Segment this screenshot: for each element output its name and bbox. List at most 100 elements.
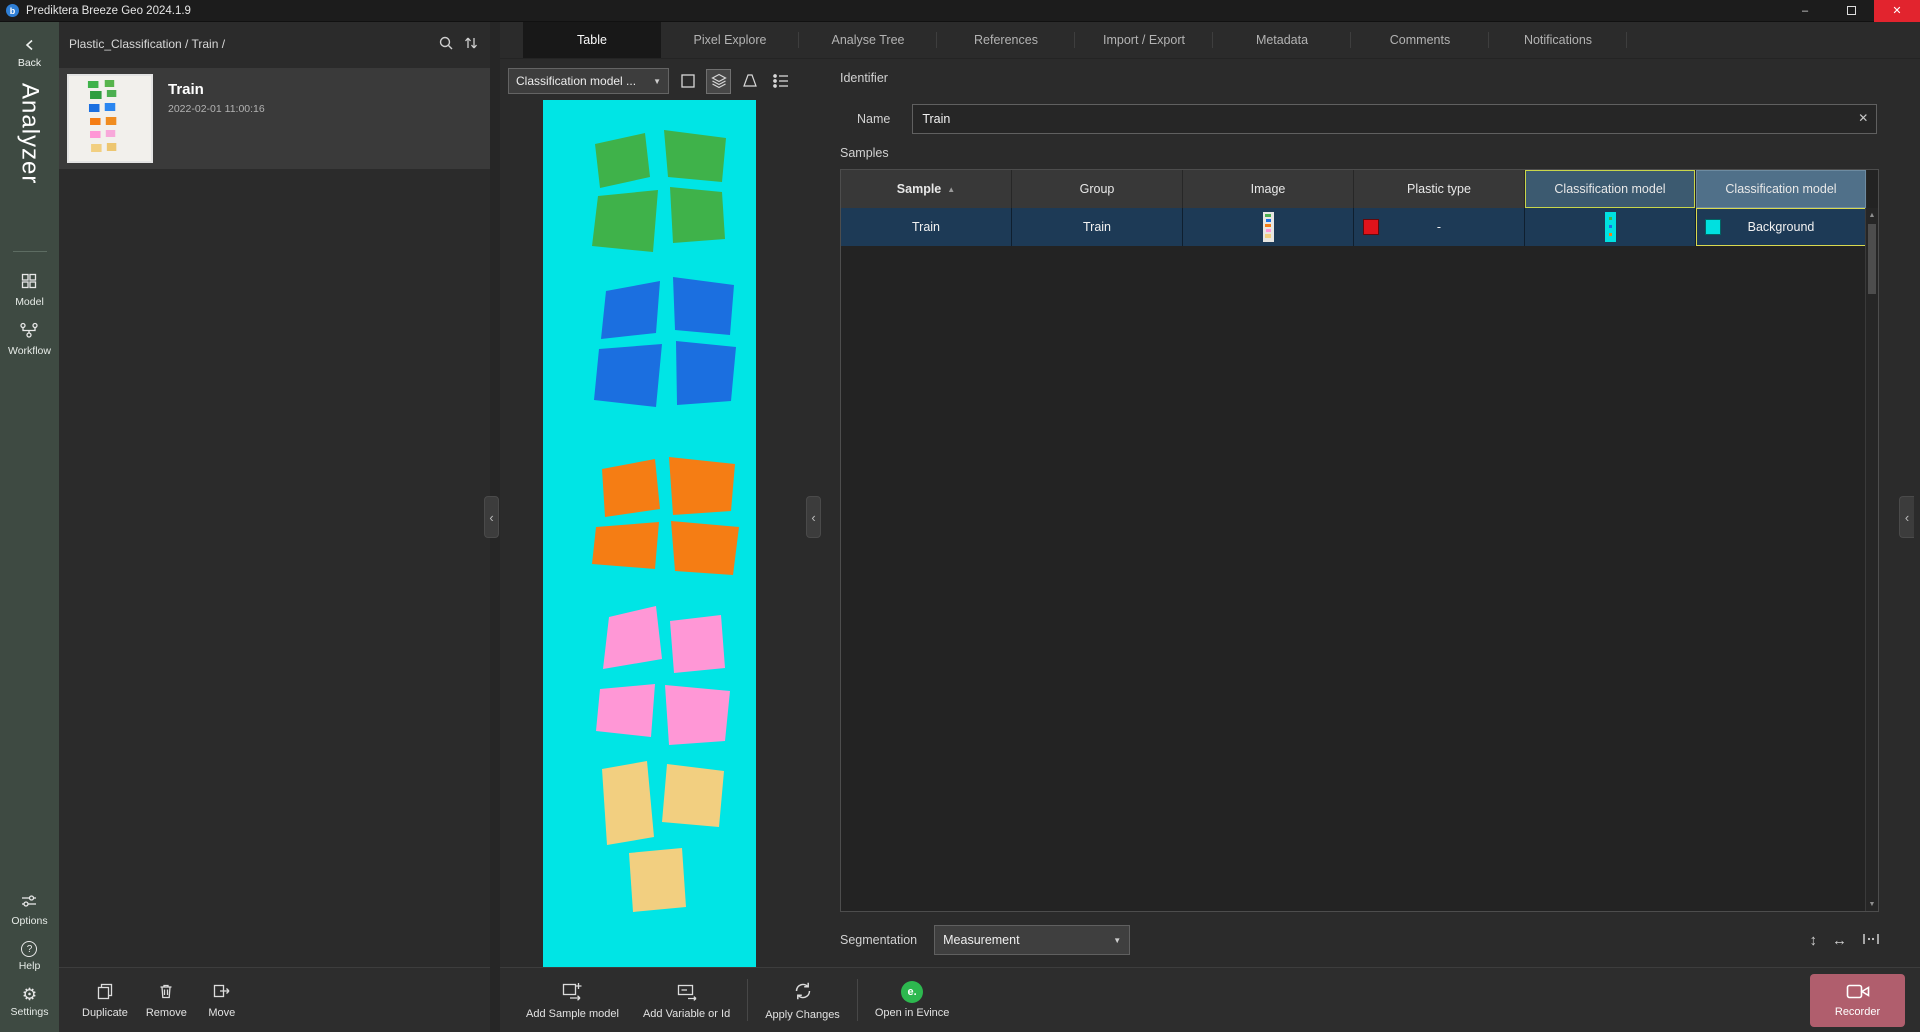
classification-color-swatch — [1705, 219, 1721, 235]
move-icon — [212, 982, 232, 1003]
column-header-group[interactable]: Group — [1012, 170, 1183, 208]
minimize-button[interactable]: – — [1782, 0, 1828, 22]
settings-button[interactable]: ⚙ Settings — [11, 986, 49, 1018]
cell-group[interactable]: Train — [1012, 208, 1183, 246]
tab-analyse-tree[interactable]: Analyse Tree — [799, 22, 937, 58]
collapse-left-panel-handle[interactable]: ‹ — [484, 496, 499, 538]
segmentation-dropdown[interactable]: Measurement ▼ — [934, 925, 1130, 955]
sidebar-item-model[interactable]: Model — [15, 272, 44, 308]
close-button[interactable]: ✕ — [1874, 0, 1920, 22]
layers-button[interactable] — [706, 69, 731, 94]
move-button[interactable]: Move — [196, 982, 248, 1019]
tab-import-export[interactable]: Import / Export — [1075, 22, 1213, 58]
sidebar-bottom-group: Options ? Help ⚙ Settings — [11, 893, 49, 1018]
scroll-down-icon[interactable]: ▼ — [1866, 897, 1878, 911]
fit-height-icon[interactable]: ↕ — [1810, 932, 1818, 949]
back-label: Back — [18, 57, 41, 69]
table-scrollbar[interactable]: ▲ ▼ — [1865, 208, 1878, 911]
column-header-classification-model-1[interactable]: Classification model — [1525, 170, 1696, 208]
tab-references[interactable]: References — [937, 22, 1075, 58]
column-width-icon[interactable] — [1862, 932, 1880, 949]
cell-image[interactable] — [1183, 208, 1354, 246]
column-header-plastic-type[interactable]: Plastic type — [1354, 170, 1525, 208]
classification-thumbnail — [1605, 212, 1616, 242]
name-field-label: Name — [857, 112, 890, 126]
cell-plastic-type[interactable]: - — [1354, 208, 1525, 246]
duplicate-label: Duplicate — [82, 1007, 128, 1019]
clear-icon[interactable]: ✕ — [1858, 111, 1868, 125]
search-icon[interactable] — [438, 35, 454, 54]
settings-label: Settings — [11, 1006, 49, 1018]
analyzer-mode-label: Analyzer — [16, 83, 44, 233]
workflow-label: Workflow — [8, 345, 51, 357]
plastic-type-value: - — [1437, 220, 1441, 234]
apply-changes-label: Apply Changes — [765, 1009, 840, 1021]
model-icon — [20, 272, 38, 293]
breadcrumb-bar: Plastic_Classification / Train / — [59, 22, 490, 60]
help-label: Help — [19, 960, 41, 972]
collapse-right-handle[interactable]: ‹ — [1899, 496, 1914, 538]
rectangle-view-button[interactable] — [675, 69, 700, 94]
toolbar-separator — [747, 979, 748, 1021]
apply-changes-button[interactable]: Apply Changes — [753, 980, 852, 1021]
tab-pixel-explore[interactable]: Pixel Explore — [661, 22, 799, 58]
model-label: Model — [15, 296, 44, 308]
cell-classification-class[interactable]: Background — [1696, 208, 1867, 246]
window-controls: – ✕ — [1782, 0, 1920, 22]
scroll-up-icon[interactable]: ▲ — [1866, 208, 1878, 222]
window-title: Prediktera Breeze Geo 2024.1.9 — [26, 5, 191, 17]
chevron-down-icon: ▼ — [653, 77, 661, 86]
segmentation-label: Segmentation — [840, 933, 917, 947]
classification-class-value: Background — [1748, 220, 1815, 234]
name-input[interactable] — [912, 104, 1877, 134]
column-header-sample[interactable]: Sample▲ — [841, 170, 1012, 208]
measurement-list-item[interactable]: Train 2022-02-01 11:00:16 — [59, 68, 490, 169]
open-in-evince-button[interactable]: e. Open in Evince — [863, 981, 962, 1019]
identifier-section-label: Identifier — [840, 71, 888, 85]
scrollbar-thumb[interactable] — [1868, 224, 1876, 294]
fit-width-icon[interactable]: ↔ — [1832, 932, 1847, 949]
column-header-classification-model-2[interactable]: Classification model — [1696, 170, 1867, 208]
duplicate-icon — [96, 982, 114, 1003]
tab-metadata[interactable]: Metadata — [1213, 22, 1351, 58]
row-size-controls: ↕ ↔ — [1810, 925, 1881, 955]
open-in-evince-label: Open in Evince — [875, 1007, 950, 1019]
classification-overlay-image[interactable] — [543, 100, 756, 967]
help-button[interactable]: ? Help — [19, 941, 41, 972]
duplicate-button[interactable]: Duplicate — [73, 982, 137, 1019]
segmentation-value: Measurement — [943, 933, 1019, 947]
list-view-button[interactable] — [768, 69, 793, 94]
maximize-button[interactable] — [1828, 0, 1874, 22]
sort-icon[interactable] — [464, 35, 478, 54]
add-variable-icon — [676, 981, 698, 1004]
cone-button[interactable] — [737, 69, 762, 94]
recorder-button[interactable]: Recorder — [1810, 974, 1905, 1027]
mode-sidebar: Back Analyzer Model Workflow Options — [0, 22, 59, 1032]
titlebar: b Prediktera Breeze Geo 2024.1.9 – ✕ — [0, 0, 1920, 22]
overlay-model-dropdown[interactable]: Classification model ... ▼ — [508, 68, 669, 94]
table-row[interactable]: Train Train - — [841, 208, 1867, 246]
back-button[interactable]: Back — [18, 38, 41, 69]
remove-button[interactable]: Remove — [137, 982, 196, 1019]
move-label: Move — [208, 1007, 235, 1019]
sample-detail-panel: Identifier Name ✕ Samples Sample▲ Group … — [823, 59, 1920, 967]
toolbar-separator — [857, 979, 858, 1021]
viewer-toolbar: Classification model ... ▼ — [508, 67, 803, 95]
tab-table[interactable]: Table — [523, 22, 661, 58]
cell-classification-model-image[interactable] — [1525, 208, 1696, 246]
tab-notifications[interactable]: Notifications — [1489, 22, 1627, 58]
cell-sample[interactable]: Train — [841, 208, 1012, 246]
breadcrumb[interactable]: Plastic_Classification / Train / — [69, 37, 225, 51]
sidebar-item-workflow[interactable]: Workflow — [8, 322, 51, 357]
sidebar-divider — [13, 251, 47, 252]
samples-section-label: Samples — [840, 146, 889, 160]
measurement-thumbnail — [67, 74, 153, 163]
add-variable-button[interactable]: Add Variable or Id — [631, 981, 742, 1020]
column-header-image[interactable]: Image — [1183, 170, 1354, 208]
add-sample-model-label: Add Sample model — [526, 1008, 619, 1020]
options-button[interactable]: Options — [11, 893, 47, 927]
add-variable-label: Add Variable or Id — [643, 1008, 730, 1020]
tab-comments[interactable]: Comments — [1351, 22, 1489, 58]
add-sample-model-button[interactable]: Add Sample model — [514, 981, 631, 1020]
collapse-viewer-handle[interactable]: ‹ — [806, 496, 821, 538]
